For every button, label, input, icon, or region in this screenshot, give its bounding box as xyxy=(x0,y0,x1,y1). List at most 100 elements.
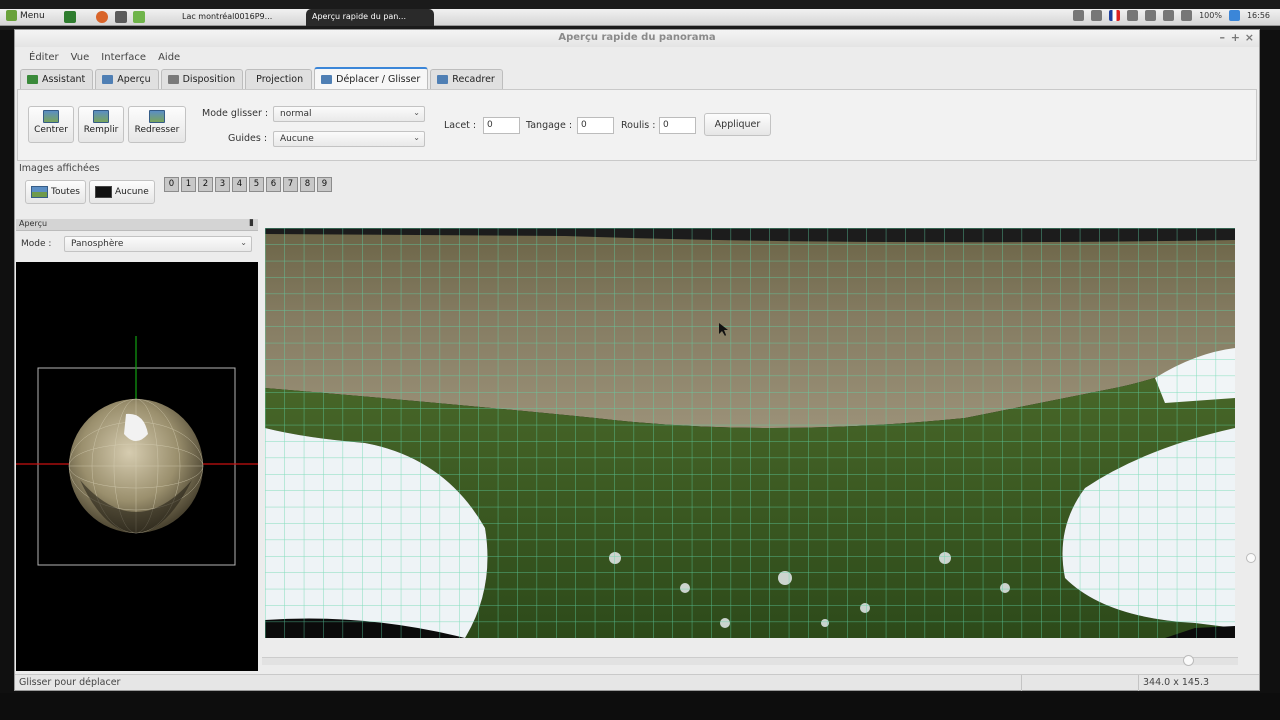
bottom-bar xyxy=(0,693,1280,720)
preview-panel: Aperçu ▮ Mode : Panosphère ⌄ xyxy=(16,218,258,671)
panorama-image xyxy=(265,228,1235,638)
center-icon xyxy=(43,110,59,123)
preview-mode-select[interactable]: Panosphère ⌄ xyxy=(64,236,252,252)
preview-mode-label: Mode : xyxy=(21,239,52,249)
image-toggle-7[interactable]: 7 xyxy=(283,177,298,192)
tab-label: Recadrer xyxy=(452,74,495,85)
close-icon[interactable]: × xyxy=(1245,31,1254,44)
horizontal-slider-handle[interactable] xyxy=(1183,655,1194,666)
show-none-button[interactable]: Aucune xyxy=(89,180,155,204)
move-icon xyxy=(321,74,333,84)
network-icon[interactable] xyxy=(1145,10,1157,21)
fill-button[interactable]: Remplir xyxy=(78,106,124,143)
drag-mode-label: Mode glisser : xyxy=(202,108,269,119)
tab-bar: Assistant Aperçu Disposition Projection … xyxy=(20,67,503,89)
bluetooth-icon[interactable] xyxy=(1127,10,1139,21)
tab-move-drag[interactable]: Déplacer / Glisser xyxy=(314,67,429,89)
menu-bar: Éditer Vue Interface Aide xyxy=(15,48,180,66)
window-switch-icon[interactable] xyxy=(1073,10,1085,21)
app-tray-icon[interactable] xyxy=(1091,10,1103,21)
system-panel: Menu Lac montréal0016P9... Aperçu rapide… xyxy=(0,0,1280,30)
center-button[interactable]: Centrer xyxy=(28,106,74,143)
crop-icon xyxy=(437,75,449,84)
horizontal-slider[interactable] xyxy=(262,655,1238,666)
clock[interactable]: 16:56 xyxy=(1247,11,1270,20)
apply-button-label: Appliquer xyxy=(714,119,761,130)
chevron-down-icon: ⌄ xyxy=(240,238,247,247)
menu-edit[interactable]: Éditer xyxy=(29,52,59,63)
roll-label: Roulis : xyxy=(621,120,656,131)
tab-label: Aperçu xyxy=(117,74,151,85)
straighten-button-label: Redresser xyxy=(134,125,180,135)
tab-preview[interactable]: Aperçu xyxy=(95,69,159,89)
preview-window: Aperçu rapide du panorama – + × Éditer V… xyxy=(14,29,1260,691)
tab-label: Projection xyxy=(256,74,304,85)
files-launcher-icon[interactable] xyxy=(115,11,127,23)
drag-mode-select[interactable]: normal ⌄ xyxy=(273,106,425,122)
image-toggle-4[interactable]: 4 xyxy=(232,177,247,192)
status-divider xyxy=(1021,675,1022,691)
landscape-icon xyxy=(31,186,48,198)
pitch-field[interactable]: 0 xyxy=(577,117,614,134)
straighten-button[interactable]: Redresser xyxy=(128,106,186,143)
menu-interface[interactable]: Interface xyxy=(101,52,146,63)
tab-projection[interactable]: Projection xyxy=(245,69,313,89)
image-toggle-3[interactable]: 3 xyxy=(215,177,230,192)
preview-mode-value: Panosphère xyxy=(71,239,124,249)
battery-icon[interactable] xyxy=(1181,10,1193,21)
roll-value: 0 xyxy=(663,120,669,130)
guides-select[interactable]: Aucune ⌄ xyxy=(273,131,425,147)
update-icon[interactable] xyxy=(1228,10,1240,21)
image-toggle-0[interactable]: 0 xyxy=(164,177,179,192)
taskbar-item-label: Lac montréal0016P9... xyxy=(182,12,273,21)
system-menu-button[interactable]: Menu xyxy=(6,10,45,21)
keyboard-layout-fr-icon[interactable] xyxy=(1109,10,1121,21)
wand-icon xyxy=(27,75,38,84)
minimize-icon[interactable]: – xyxy=(1220,31,1226,44)
taskbar-item-preview[interactable]: Aperçu rapide du pan... xyxy=(306,9,434,26)
show-all-label: Toutes xyxy=(51,187,80,197)
mint-logo-icon xyxy=(6,10,17,21)
system-tray: 100% 16:56 xyxy=(1073,10,1270,21)
tab-label: Assistant xyxy=(42,74,86,85)
tab-layout[interactable]: Disposition xyxy=(160,69,244,89)
canvas-size-readout: 344.0 x 145.3 xyxy=(1143,677,1210,688)
yaw-value: 0 xyxy=(487,120,493,130)
tab-assistant[interactable]: Assistant xyxy=(20,69,94,89)
menu-view[interactable]: Vue xyxy=(71,52,90,63)
app-launcher-icon[interactable] xyxy=(133,11,145,23)
maximize-icon[interactable]: + xyxy=(1231,31,1240,44)
taskbar-item-hugin[interactable]: Lac montréal0016P9... xyxy=(176,9,300,26)
panosphere-view[interactable] xyxy=(16,262,258,671)
image-toggle-5[interactable]: 5 xyxy=(249,177,264,192)
status-divider xyxy=(1138,675,1139,691)
image-toggle-1[interactable]: 1 xyxy=(181,177,196,192)
volume-icon[interactable] xyxy=(1163,10,1175,21)
image-toggle-8[interactable]: 8 xyxy=(300,177,315,192)
center-button-label: Centrer xyxy=(34,125,68,135)
panorama-canvas[interactable] xyxy=(265,228,1235,638)
apply-button[interactable]: Appliquer xyxy=(704,113,771,136)
image-toggle-9[interactable]: 9 xyxy=(317,177,332,192)
tab-label: Déplacer / Glisser xyxy=(336,73,421,85)
status-message: Glisser pour déplacer xyxy=(19,677,121,688)
vertical-slider-handle[interactable] xyxy=(1246,553,1256,563)
image-toggle-2[interactable]: 2 xyxy=(198,177,213,192)
roll-field[interactable]: 0 xyxy=(659,117,696,134)
yaw-label: Lacet : xyxy=(444,120,477,131)
show-all-button[interactable]: Toutes xyxy=(25,180,86,204)
menu-help[interactable]: Aide xyxy=(158,52,180,63)
preview-panel-header: Aperçu ▮ xyxy=(16,218,258,231)
yaw-field[interactable]: 0 xyxy=(483,117,520,134)
image-toggle-6[interactable]: 6 xyxy=(266,177,281,192)
pin-icon[interactable]: ▮ xyxy=(249,218,254,228)
tab-crop[interactable]: Recadrer xyxy=(430,69,503,89)
terminal-launcher-icon[interactable] xyxy=(64,11,76,23)
taskbar-item-label: Aperçu rapide du pan... xyxy=(312,12,407,21)
firefox-launcher-icon[interactable] xyxy=(96,11,108,23)
panosphere-graphic xyxy=(16,336,258,566)
title-bar[interactable]: Aperçu rapide du panorama – + × xyxy=(15,30,1259,47)
guides-label: Guides : xyxy=(228,133,268,144)
preview-panel-title: Aperçu xyxy=(19,219,48,228)
pitch-label: Tangage : xyxy=(526,120,573,131)
